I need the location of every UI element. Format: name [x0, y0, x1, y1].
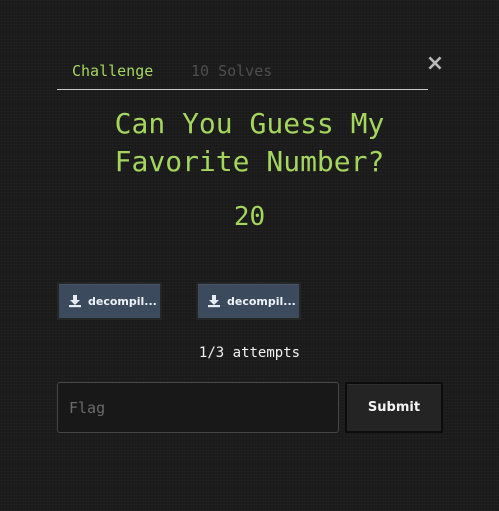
attempts-counter: 1/3 attempts — [198, 345, 301, 361]
tab-challenge[interactable]: Challenge — [72, 61, 153, 81]
close-icon[interactable]: × — [426, 51, 444, 76]
file-download-button-1[interactable]: decompil... — [57, 282, 162, 320]
modal-tabs: Challenge 10 Solves — [57, 60, 428, 90]
download-icon — [208, 295, 220, 308]
tab-solves[interactable]: 10 Solves — [191, 61, 272, 81]
download-icon — [69, 295, 81, 308]
challenge-title: Can You Guess My Favorite Number? — [0, 105, 499, 181]
file-name-label: decompil... — [88, 294, 157, 308]
challenge-points: 20 — [233, 202, 266, 232]
submit-button[interactable]: Submit — [345, 382, 443, 433]
file-download-button-2[interactable]: decompil... — [196, 282, 301, 320]
challenge-modal: × Challenge 10 Solves Can You Guess My F… — [0, 0, 499, 511]
file-name-label: decompil... — [227, 294, 296, 308]
challenge-title-line-2: Favorite Number? — [114, 145, 385, 178]
challenge-title-line-1: Can You Guess My — [114, 107, 385, 140]
flag-input[interactable] — [57, 382, 339, 433]
